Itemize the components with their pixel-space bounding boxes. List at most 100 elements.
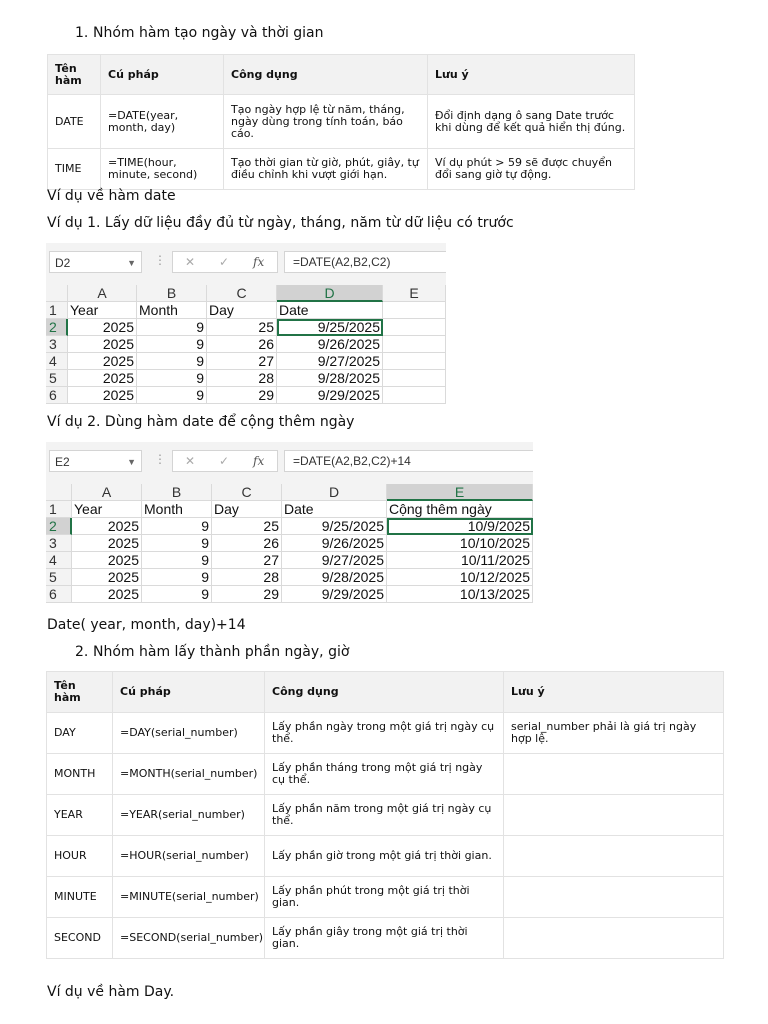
cell-e6[interactable]: 10/13/2025 [387, 586, 533, 603]
cell-e3[interactable] [383, 336, 446, 353]
cell-b6[interactable]: 9 [142, 586, 212, 603]
cell-e5[interactable] [383, 370, 446, 387]
row-header[interactable]: 4 [46, 353, 68, 370]
row-header[interactable]: 4 [46, 552, 72, 569]
cell-c5[interactable]: 28 [212, 569, 282, 586]
cell-b1[interactable]: Month [142, 501, 212, 518]
cell-c3[interactable]: 26 [212, 535, 282, 552]
cell-b1[interactable]: Month [137, 302, 207, 319]
cell-d2[interactable]: 9/25/2025 [282, 518, 387, 535]
row-header[interactable]: 3 [46, 336, 68, 353]
column-header-c[interactable]: C [212, 484, 282, 501]
column-header-c[interactable]: C [207, 285, 277, 302]
row-header[interactable]: 5 [46, 569, 72, 586]
cell-b2[interactable]: 9 [142, 518, 212, 535]
cell-d2[interactable]: 9/25/2025 [277, 319, 383, 336]
cell-a5[interactable]: 2025 [72, 569, 142, 586]
cell-a5[interactable]: 2025 [68, 370, 137, 387]
table-cell: TIME [47, 148, 101, 190]
cell-e1[interactable] [383, 302, 446, 319]
cell-e1[interactable]: Cộng thêm ngày [387, 501, 533, 518]
insert-function-icon[interactable]: fx [253, 451, 264, 471]
enter-check-icon[interactable]: ✓ [219, 252, 229, 272]
column-header-e[interactable]: E [387, 484, 533, 501]
row-header[interactable]: 2 [46, 518, 72, 535]
column-header-d[interactable]: D [282, 484, 387, 501]
cell-a6[interactable]: 2025 [72, 586, 142, 603]
select-all-corner[interactable] [46, 484, 72, 501]
column-header-b[interactable]: B [142, 484, 212, 501]
cell-d3[interactable]: 9/26/2025 [277, 336, 383, 353]
cell-e5[interactable]: 10/12/2025 [387, 569, 533, 586]
cell-b5[interactable]: 9 [142, 569, 212, 586]
cell-d1[interactable]: Date [277, 302, 383, 319]
row-header[interactable]: 1 [46, 501, 72, 518]
cell-b5[interactable]: 9 [137, 370, 207, 387]
name-box[interactable]: E2 ▼ [49, 450, 142, 472]
cell-a2[interactable]: 2025 [72, 518, 142, 535]
enter-check-icon[interactable]: ✓ [219, 451, 229, 471]
cell-c3[interactable]: 26 [207, 336, 277, 353]
column-header-e[interactable]: E [383, 285, 446, 302]
cell-e4[interactable] [383, 353, 446, 370]
name-box[interactable]: D2 ▼ [49, 251, 142, 273]
cell-a4[interactable]: 2025 [72, 552, 142, 569]
insert-function-icon[interactable]: fx [253, 252, 264, 272]
cell-b4[interactable]: 9 [137, 353, 207, 370]
cell-e4[interactable]: 10/11/2025 [387, 552, 533, 569]
cell-d5[interactable]: 9/28/2025 [277, 370, 383, 387]
more-options-icon[interactable]: ⋮ [154, 253, 166, 267]
cell-c1[interactable]: Day [212, 501, 282, 518]
row-header[interactable]: 3 [46, 535, 72, 552]
cell-b6[interactable]: 9 [137, 387, 207, 404]
chevron-down-icon[interactable]: ▼ [127, 451, 136, 473]
column-header-d[interactable]: D [277, 285, 383, 302]
cell-a3[interactable]: 2025 [68, 336, 137, 353]
cell-e6[interactable] [383, 387, 446, 404]
cell-b4[interactable]: 9 [142, 552, 212, 569]
cell-c4[interactable]: 27 [207, 353, 277, 370]
cell-a3[interactable]: 2025 [72, 535, 142, 552]
cell-a1[interactable]: Year [72, 501, 142, 518]
column-header-a[interactable]: A [68, 285, 137, 302]
cell-b3[interactable]: 9 [137, 336, 207, 353]
row-header[interactable]: 6 [46, 586, 72, 603]
formula-input[interactable]: =DATE(A2,B2,C2)+14 [284, 450, 533, 472]
row-header[interactable]: 6 [46, 387, 68, 404]
cell-e2[interactable]: 10/9/2025 [387, 518, 533, 535]
cell-e3[interactable]: 10/10/2025 [387, 535, 533, 552]
select-all-corner[interactable] [46, 285, 68, 302]
cell-c2[interactable]: 25 [207, 319, 277, 336]
cell-c6[interactable]: 29 [207, 387, 277, 404]
cell-c2[interactable]: 25 [212, 518, 282, 535]
row-header[interactable]: 1 [46, 302, 68, 319]
row-header[interactable]: 2 [46, 319, 68, 336]
row-header[interactable]: 5 [46, 370, 68, 387]
cell-d1[interactable]: Date [282, 501, 387, 518]
cell-a4[interactable]: 2025 [68, 353, 137, 370]
cell-d3[interactable]: 9/26/2025 [282, 535, 387, 552]
cell-a2[interactable]: 2025 [68, 319, 137, 336]
cell-b3[interactable]: 9 [142, 535, 212, 552]
column-header-b[interactable]: B [137, 285, 207, 302]
cell-c1[interactable]: Day [207, 302, 277, 319]
cancel-icon[interactable]: ✕ [185, 252, 195, 272]
cell-c4[interactable]: 27 [212, 552, 282, 569]
cell-a6[interactable]: 2025 [68, 387, 137, 404]
table-row: DAY =DAY(serial_number) Lấy phần ngày tron… [46, 712, 724, 754]
more-options-icon[interactable]: ⋮ [154, 452, 166, 466]
cell-d4[interactable]: 9/27/2025 [277, 353, 383, 370]
column-header-a[interactable]: A [72, 484, 142, 501]
cell-d5[interactable]: 9/28/2025 [282, 569, 387, 586]
cell-a1[interactable]: Year [68, 302, 137, 319]
chevron-down-icon[interactable]: ▼ [127, 252, 136, 274]
cell-d4[interactable]: 9/27/2025 [282, 552, 387, 569]
cancel-icon[interactable]: ✕ [185, 451, 195, 471]
cell-d6[interactable]: 9/29/2025 [282, 586, 387, 603]
cell-d6[interactable]: 9/29/2025 [277, 387, 383, 404]
cell-c5[interactable]: 28 [207, 370, 277, 387]
formula-input[interactable]: =DATE(A2,B2,C2) [284, 251, 446, 273]
cell-e2[interactable] [383, 319, 446, 336]
cell-c6[interactable]: 29 [212, 586, 282, 603]
cell-b2[interactable]: 9 [137, 319, 207, 336]
